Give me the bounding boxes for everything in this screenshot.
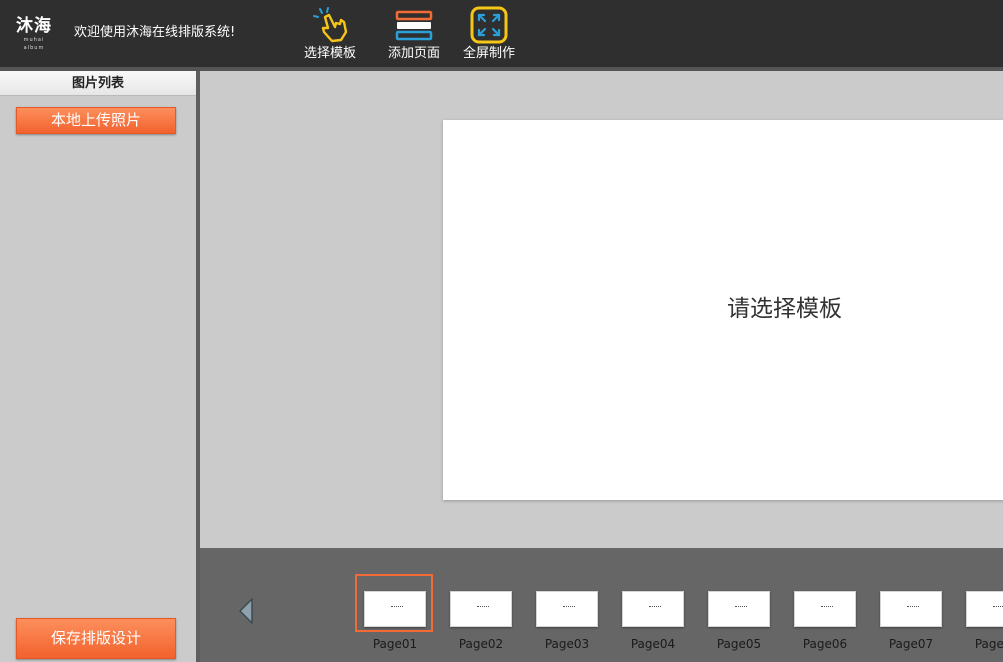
page-filmstrip: Page01 Page02 Page03 Page04 Page05 Page0… [200,548,1003,662]
image-list-panel: 图片列表 本地上传照片 保存排版设计 [0,71,196,662]
add-page-label: 添加页面 [387,46,440,61]
thumbnail-preview [966,591,1003,627]
thumbnail-label: Page06 [802,637,848,651]
fullscreen-icon [469,6,509,44]
page-thumbnail[interactable]: Page03 [527,574,605,658]
thumbnail-preview [708,591,770,627]
chevron-left-icon[interactable] [236,596,256,626]
fullscreen-button[interactable]: 全屏制作 [454,4,524,64]
page-thumbnail[interactable]: Page06 [785,574,863,658]
page-thumbnail[interactable]: Page07 [871,574,949,658]
top-bar: 沐海 muhai album 欢迎使用沐海在线排版系统! 选择模板 添加页面 全… [0,0,1003,67]
welcome-text: 欢迎使用沐海在线排版系统! [74,25,236,40]
hand-pointer-icon [310,6,350,44]
thumbnail-label: Page04 [630,637,676,651]
thumbnail-preview [450,591,512,627]
stacked-pages-icon [394,6,434,44]
page-thumbnail[interactable]: Page02 [441,574,519,658]
save-layout-button[interactable]: 保存排版设计 [16,618,176,659]
thumbnail-preview [622,591,684,627]
thumbnail-preview [794,591,856,627]
design-canvas-area: 请选择模板 [200,71,1003,548]
page-thumbnail[interactable]: Page08 [957,574,1003,658]
select-template-placeholder: 请选择模板 [727,296,842,322]
app-logo: 沐海 muhai album [14,16,54,51]
select-template-button[interactable]: 选择模板 [295,4,365,64]
logo-subtext: muhai album [23,37,45,51]
panel-title: 图片列表 [0,71,196,96]
logo-text: 沐海 [16,16,52,36]
thumbnail-preview [364,591,426,627]
thumbnail-label: Page01 [372,637,418,651]
thumbnail-label: Page08 [974,637,1003,651]
upload-local-photo-button[interactable]: 本地上传照片 [16,107,176,134]
thumbnail-label: Page02 [458,637,504,651]
thumbnail-preview [536,591,598,627]
page-thumbnail[interactable]: Page01 [355,574,433,658]
thumbnail-preview [880,591,942,627]
select-template-label: 选择模板 [303,46,356,61]
page-thumbnail[interactable]: Page04 [613,574,691,658]
page-thumbnail[interactable]: Page05 [699,574,777,658]
fullscreen-label: 全屏制作 [462,46,515,61]
add-page-button[interactable]: 添加页面 [379,4,449,64]
thumbnail-label: Page05 [716,637,762,651]
page-canvas[interactable]: 请选择模板 [443,120,1003,500]
thumbnail-label: Page03 [544,637,590,651]
thumbnail-label: Page07 [888,637,934,651]
